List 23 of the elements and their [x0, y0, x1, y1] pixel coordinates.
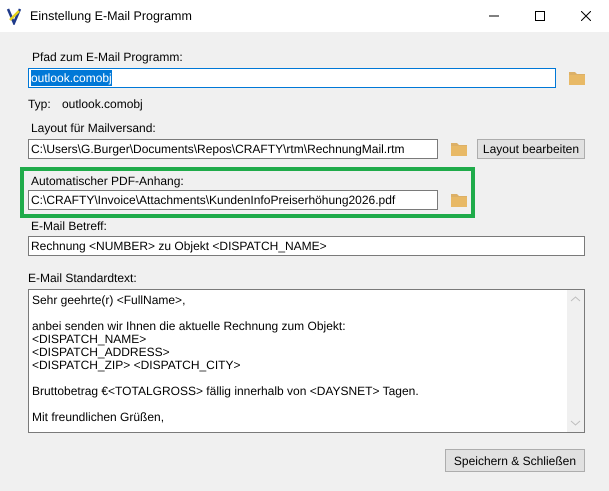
message-field[interactable] — [28, 289, 585, 433]
folder-icon[interactable] — [450, 142, 467, 156]
edit-layout-button[interactable]: Layout bearbeiten — [476, 139, 585, 159]
type-label: Typ: — [28, 97, 52, 111]
field-label: Automatischer PDF-Anhang: — [31, 174, 185, 188]
message-text: Sehr geehrte(r) <FullName>, anbei senden wir Ihnen die aktuelle Rechnung zum Objekt: <DISPATCH_NAME> <DISPATCH_ADDRESS> <DISPATCH_ZIP> <DISPATCH_CITY> Bruttobetrag €<TOTALGROSS> fällig innerhalb von <DAYSNET> Tagen. Mit freundlichen Grüßen, — [31, 292, 420, 426]
window-title: Einstellung E-Mail Programm — [30, 9, 193, 23]
scrollbar[interactable] — [567, 290, 584, 432]
type-value: outlook.comobj — [62, 97, 143, 111]
layout-path-field[interactable]: C:\Users\G.Burger\Documents\Repos\CRAFTY\rtm\RechnungMail.rtm — [28, 139, 438, 159]
folder-icon[interactable] — [451, 193, 467, 207]
save-close-button[interactable]: Speichern & Schließen — [444, 449, 585, 472]
folder-icon[interactable] — [569, 71, 585, 85]
field-label: Layout für Mailversand: — [31, 121, 157, 135]
program-path-field[interactable]: outlook.comobj — [28, 68, 556, 88]
field-label: E-Mail Betreff: — [31, 219, 108, 233]
attachment-path-field[interactable]: C:\CRAFTY\Invoice\Attachments\KundenInfoPreiserhöhung2026.pdf — [28, 190, 438, 210]
field-label: E-Mail Standardtext: — [28, 271, 138, 285]
close-icon — [581, 11, 591, 21]
field-label: Pfad zum E-Mail Programm: — [32, 50, 184, 64]
app-logo-icon — [6, 7, 22, 25]
subject-field[interactable]: Rechnung <NUMBER> zu Objekt <DISPATCH_NAME> — [28, 236, 585, 256]
maximize-icon — [535, 11, 545, 21]
